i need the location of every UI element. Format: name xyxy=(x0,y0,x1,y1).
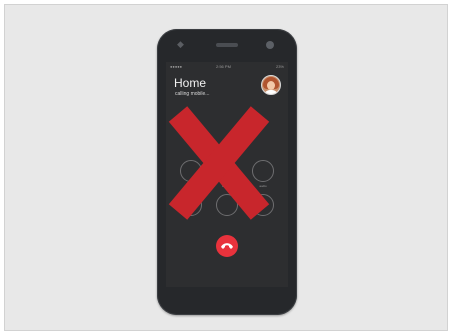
signal-strength: ●●●●● xyxy=(170,64,183,69)
earpiece-speaker xyxy=(216,43,238,47)
status-time: 2:56 PM xyxy=(216,64,231,69)
battery-level: 23% xyxy=(275,64,284,69)
end-call-button[interactable] xyxy=(216,235,238,257)
call-status: calling mobile... xyxy=(175,91,210,97)
front-camera xyxy=(266,41,274,49)
phone-logo-icon: ◆ xyxy=(177,39,184,49)
caller-avatar xyxy=(261,75,281,95)
caller-name: Home xyxy=(174,76,207,90)
status-bar: ●●●●● 2:56 PM 23% xyxy=(166,62,288,72)
x-mark-icon xyxy=(168,106,270,220)
phone-hangup-icon xyxy=(221,243,233,249)
